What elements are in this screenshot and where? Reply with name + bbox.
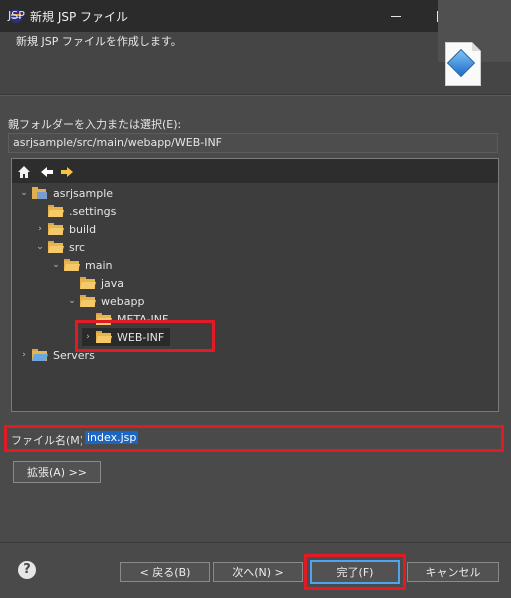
tree-item-src[interactable]: ⌄ src xyxy=(34,238,85,256)
forward-arrow-icon[interactable] xyxy=(60,165,74,179)
expand-toggle-icon[interactable]: ⌄ xyxy=(34,241,46,253)
folder-icon xyxy=(48,241,64,253)
tree-item-asrjsample[interactable]: ⌄ asrjsample xyxy=(18,184,113,202)
minimize-button[interactable] xyxy=(373,0,419,32)
tree-item-label: main xyxy=(85,258,113,272)
wizard-description: 新規 JSP ファイルを作成します。 xyxy=(16,35,182,48)
help-icon[interactable]: ? xyxy=(18,561,36,579)
wizard-title: JSP xyxy=(8,9,25,22)
project-icon xyxy=(32,187,48,199)
tree-item-settings[interactable]: .settings xyxy=(34,202,116,220)
window-title: 新規 JSP ファイル xyxy=(30,10,129,24)
tree-item-java[interactable]: java xyxy=(66,274,124,292)
highlight-box-web-inf xyxy=(75,320,215,352)
tree-item-main[interactable]: ⌄ main xyxy=(50,256,112,274)
tree-item-build[interactable]: › build xyxy=(34,220,96,238)
expand-toggle-icon[interactable]: › xyxy=(34,223,46,235)
footer-divider xyxy=(0,542,511,543)
tree-item-label: .settings xyxy=(69,204,117,218)
highlight-box-finish xyxy=(304,554,406,590)
cancel-button[interactable]: キャンセル xyxy=(407,562,499,582)
tree-item-webapp[interactable]: ⌄ webapp xyxy=(66,292,144,310)
home-icon[interactable] xyxy=(17,165,31,179)
highlight-box-filename xyxy=(4,425,504,452)
expand-toggle-icon xyxy=(66,277,78,289)
back-button[interactable]: < 戻る(B) xyxy=(120,562,210,582)
folder-icon xyxy=(80,277,96,289)
tree-item-label: build xyxy=(69,222,97,236)
parent-folder-input[interactable]: asrjsample/src/main/webapp/WEB-INF xyxy=(8,133,498,153)
expand-toggle-icon[interactable]: ⌄ xyxy=(50,259,62,271)
expand-toggle-icon[interactable]: ⌄ xyxy=(66,295,78,307)
tree-item-label: asrjsample xyxy=(53,186,114,200)
folder-icon xyxy=(48,205,64,217)
folder-icon xyxy=(80,295,96,307)
tree-item-label: webapp xyxy=(101,294,145,308)
next-button[interactable]: 次へ(N) > xyxy=(213,562,303,582)
tree-item-label: java xyxy=(101,276,125,290)
expand-toggle-icon[interactable]: ⌄ xyxy=(18,187,30,199)
expand-toggle-icon xyxy=(34,205,46,217)
folder-icon xyxy=(48,223,64,235)
folder-icon xyxy=(64,259,80,271)
expand-toggle-icon[interactable]: › xyxy=(18,349,30,361)
minimize-icon xyxy=(391,15,401,17)
parent-folder-label: 親フォルダーを入力または選択(E): xyxy=(8,118,182,131)
folder-icon xyxy=(32,349,48,361)
tree-toolbar xyxy=(12,159,498,183)
back-arrow-icon[interactable] xyxy=(40,165,54,179)
advanced-button[interactable]: 拡張(A) >> xyxy=(13,461,101,483)
header-divider-light xyxy=(0,95,511,96)
tree-item-label: src xyxy=(69,240,86,254)
